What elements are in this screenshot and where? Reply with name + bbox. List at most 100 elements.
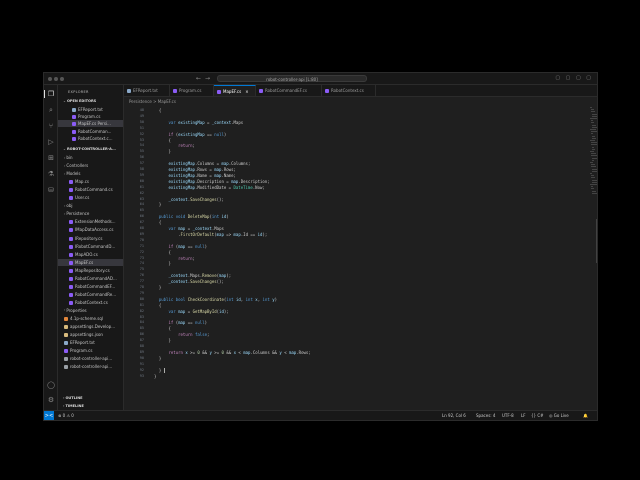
code-line[interactable]: existingMap.ModifiedDate = DateTime.Now; [154, 185, 264, 190]
code-line[interactable]: _context.SaveChanges(); [154, 279, 223, 284]
editor-tab[interactable]: RobotContext.cs [322, 85, 376, 96]
code-line[interactable]: { [154, 220, 161, 225]
tree-item[interactable]: ExtensionMethods... [58, 218, 116, 225]
encoding[interactable]: UTF-8 [502, 413, 514, 418]
code-editor[interactable]: 48 {49 50 var existingMap = _context.Maps… [124, 106, 597, 410]
tree-item[interactable]: IRobotCommandD... [58, 243, 115, 250]
tree-item[interactable]: IRepository.cs [58, 235, 102, 242]
settings-icon[interactable]: ⚙ [47, 396, 55, 404]
editor-tab[interactable]: RobotCommandEF.cs [256, 85, 322, 96]
open-editor-item[interactable]: MapEF.cs Persi... [58, 120, 123, 128]
code-line[interactable]: } [154, 368, 161, 373]
code-line[interactable]: if (map == null) [154, 244, 207, 249]
code-line[interactable]: existingMap.Columns = map.Columns; [154, 161, 250, 166]
code-line[interactable]: _context.Maps.Remove(map); [154, 273, 231, 278]
code-line[interactable]: existingMap.Name = map.Name; [154, 173, 235, 178]
open-editor-item[interactable]: Program.cs [58, 113, 100, 120]
files-icon[interactable]: ❐ [44, 90, 55, 98]
language-mode[interactable]: {} C# [531, 413, 544, 418]
tree-item[interactable]: User.cs [58, 194, 89, 201]
maximize-window-icon[interactable] [60, 77, 64, 81]
code-line[interactable]: public bool CheckCoordinate(int id, int … [154, 297, 277, 302]
editor-tab[interactable]: Program.cs [170, 85, 214, 96]
code-line[interactable]: } [154, 202, 161, 207]
code-line[interactable]: { [154, 326, 170, 331]
code-line[interactable]: _context.SaveChanges(); [154, 197, 223, 202]
tree-item[interactable]: ›obj [58, 202, 73, 209]
code-line[interactable]: { [154, 138, 170, 143]
tree-item[interactable]: appsettings.json [58, 331, 103, 338]
code-line[interactable]: } [154, 374, 156, 379]
source-control-icon[interactable]: ⑂ [47, 122, 55, 130]
code-line[interactable]: var map = _context.Maps [154, 226, 223, 231]
problems-indicator[interactable]: ⊗ 0 ⚠ 0 [58, 413, 74, 418]
code-line[interactable]: var existingMap = _context.Maps [154, 120, 243, 125]
close-tab-icon[interactable]: × [245, 89, 248, 94]
tree-item[interactable]: EFReport.txt [58, 339, 95, 346]
code-line[interactable]: .FirstOrDefault(map => map.Id == id); [154, 232, 267, 237]
code-line[interactable]: return false; [154, 332, 209, 337]
indentation[interactable]: Spaces: 4 [476, 413, 495, 418]
editor-tab[interactable]: EFReport.txt [124, 85, 170, 96]
database-icon[interactable]: ⛁ [47, 186, 55, 194]
minimap[interactable] [590, 107, 597, 207]
tree-item[interactable]: MapADO.cs [58, 251, 98, 258]
code-line[interactable]: } [154, 338, 170, 343]
tree-item[interactable]: RobotCommand.cs [58, 186, 113, 193]
tree-item[interactable]: robot-controller-api... [58, 355, 112, 362]
tree-item[interactable]: RobotCommandRe... [58, 291, 116, 298]
tree-item[interactable]: MapEF.cs [58, 258, 123, 266]
outline-header[interactable]: ›OUTLINE [63, 396, 83, 400]
code-line[interactable]: if (existingMap == null) [154, 132, 226, 137]
code-line[interactable]: return x >= 0 && y >= 0 && x < map.Colum… [154, 350, 310, 355]
code-line[interactable]: existingMap.Rows = map.Rows; [154, 167, 235, 172]
forward-arrow-icon[interactable]: → [205, 75, 210, 82]
code-line[interactable]: existingMap.Description = map.Descriptio… [154, 179, 269, 184]
back-arrow-icon[interactable]: ← [196, 75, 201, 82]
code-line[interactable]: public void DeleteMap(int id) [154, 214, 229, 219]
tree-item[interactable]: MapRepository.cs [58, 267, 110, 274]
tree-item[interactable]: RobotContext.cs [58, 299, 108, 306]
code-line[interactable]: } [154, 356, 161, 361]
code-line[interactable]: return; [154, 256, 195, 261]
minimize-window-icon[interactable] [54, 77, 58, 81]
code-line[interactable]: } [154, 285, 161, 290]
layout-toggle-icons[interactable]: ▢ ▢ ▢ ▢ [555, 75, 593, 81]
tree-item[interactable]: IMapDataAccess.cs [58, 226, 113, 233]
code-line[interactable]: { [154, 250, 170, 255]
cursor-position[interactable]: Ln 92, Col 6 [442, 413, 466, 418]
code-line[interactable]: return; [154, 143, 195, 148]
notifications-icon[interactable]: 🔔 [583, 413, 588, 418]
tree-item[interactable]: 4.1p-scheme.sql [58, 315, 103, 322]
editor-scrollbar[interactable] [596, 219, 597, 263]
line-ending[interactable]: LF [521, 413, 526, 418]
remote-indicator-icon[interactable]: >< [44, 411, 54, 420]
tree-item[interactable]: ›Controllers [58, 162, 88, 169]
close-window-icon[interactable] [48, 77, 52, 81]
tree-item[interactable]: RobotCommandAD... [58, 275, 117, 282]
testing-icon[interactable]: ⚗ [47, 170, 55, 178]
open-editor-item[interactable]: RobotComman... [58, 128, 111, 135]
open-editors-header[interactable]: ⌄OPEN EDITORS [63, 99, 96, 103]
extensions-icon[interactable]: ⊞ [47, 154, 55, 162]
open-editor-item[interactable]: EFReport.txt [58, 106, 103, 113]
editor-tab[interactable]: MapEF.cs × [214, 85, 256, 96]
tree-item[interactable]: Program.cs [58, 347, 92, 354]
tree-item[interactable]: appsettings.Develop... [58, 323, 115, 330]
tree-item[interactable]: ›Models [58, 170, 81, 177]
code-line[interactable]: } [154, 149, 170, 154]
tree-item[interactable]: ›Persistence [58, 210, 89, 217]
open-editor-item[interactable]: RobotContext.c... [58, 135, 113, 142]
code-line[interactable]: { [154, 303, 161, 308]
breadcrumb[interactable]: Persistence > MapEF.cs [129, 99, 176, 104]
search-icon[interactable]: ⌕ [47, 106, 55, 114]
timeline-header[interactable]: ›TIMELINE [63, 404, 84, 408]
account-icon[interactable]: ◯ [47, 381, 55, 389]
project-header[interactable]: ⌄ROBOT-CONTROLLER-A... [63, 147, 116, 151]
tree-item[interactable]: RobotCommandEF... [58, 283, 115, 290]
command-center-search[interactable]: robot-controller-api [L:80] [217, 75, 367, 82]
tree-item[interactable]: Map.cs [58, 178, 89, 185]
code-line[interactable]: { [154, 108, 161, 113]
run-debug-icon[interactable]: ▷ [47, 138, 55, 146]
go-live-button[interactable]: ◎ Go Live [549, 413, 569, 418]
